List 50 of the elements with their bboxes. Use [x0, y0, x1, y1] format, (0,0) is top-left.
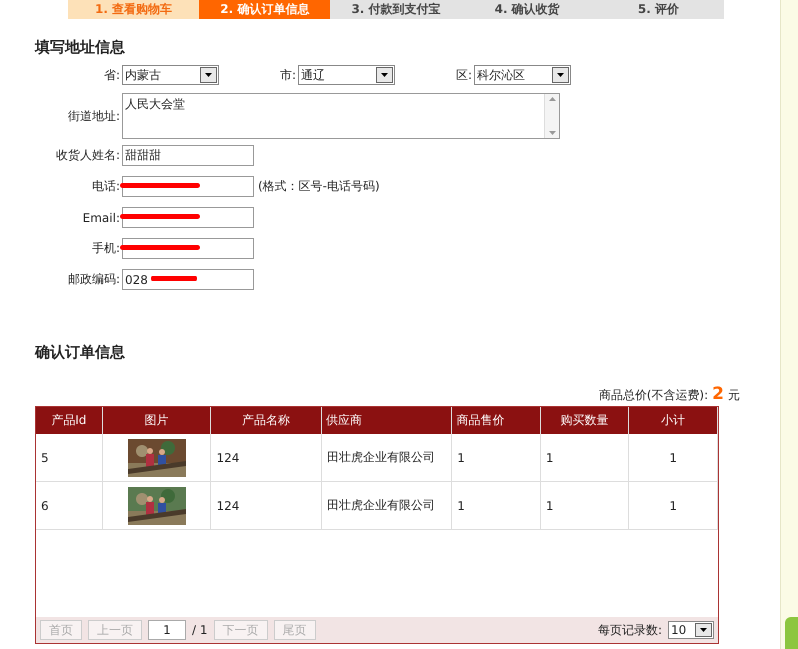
section-title: 填写地址信息 [35, 37, 126, 57]
scroll-up-icon[interactable] [548, 97, 556, 101]
field-label: 邮政编码: [66, 271, 120, 288]
table-cell: 田壮虎企业有限公司 [321, 434, 452, 482]
input-field[interactable]: 甜甜甜 [122, 145, 254, 166]
field-label: 市: [278, 66, 296, 84]
total-value: 2 [712, 384, 724, 404]
input-field[interactable]: 028 [122, 269, 254, 290]
field-label: 省: [102, 66, 120, 84]
table-cell: 6 [36, 482, 102, 530]
column-header: 商品售价 [452, 407, 540, 434]
table-cell: 1 [628, 482, 718, 530]
field-label: 手机: [90, 240, 120, 257]
table-cell: 5 [36, 434, 102, 482]
column-header: 产品Id [36, 407, 102, 434]
page-number-field[interactable]: 1 [148, 620, 186, 640]
table-cell: 1 [540, 482, 629, 530]
field-label: 区: [454, 66, 472, 84]
page-count: / 1 [192, 623, 208, 637]
scrollbar-thumb[interactable] [785, 617, 798, 649]
per-page-label: 每页记录数: [598, 622, 662, 638]
table-cell: 1 [628, 434, 718, 482]
per-page-dropdown[interactable]: 10 [668, 621, 714, 639]
field-label: 收货人姓名: [54, 147, 120, 164]
format-hint: (格式：区号-电话号码) [258, 178, 380, 195]
input-field[interactable] [122, 238, 254, 259]
dropdown[interactable]: 科尔沁区 [474, 65, 571, 85]
column-header: 购买数量 [540, 407, 629, 434]
field-label: 电话: [90, 178, 120, 195]
field-label: 街道地址: [66, 108, 120, 124]
column-header: 产品名称 [210, 407, 322, 434]
dropdown[interactable]: 通辽 [298, 65, 395, 85]
table-cell: 124 [210, 434, 322, 482]
column-header: 供应商 [321, 407, 452, 434]
table-cell: 124 [210, 482, 322, 530]
table-cell: 1 [452, 434, 540, 482]
input-field[interactable] [122, 176, 254, 197]
table-cell: 1 [540, 434, 629, 482]
input-field[interactable] [122, 207, 254, 228]
currency-unit: 元 [728, 387, 740, 404]
total-label: 商品总价(不含运费): [598, 387, 708, 404]
column-header: 小计 [628, 407, 718, 434]
dropdown[interactable]: 内蒙古 [122, 65, 219, 85]
scroll-down-icon[interactable] [548, 131, 556, 135]
textarea-field[interactable]: 人民大会堂 [122, 93, 560, 139]
field-label: Email: [82, 210, 120, 224]
table-cell: 1 [452, 482, 540, 530]
table-cell: 田壮虎企业有限公司 [321, 482, 452, 530]
section-title: 确认订单信息 [35, 342, 126, 362]
column-header: 图片 [102, 407, 211, 434]
